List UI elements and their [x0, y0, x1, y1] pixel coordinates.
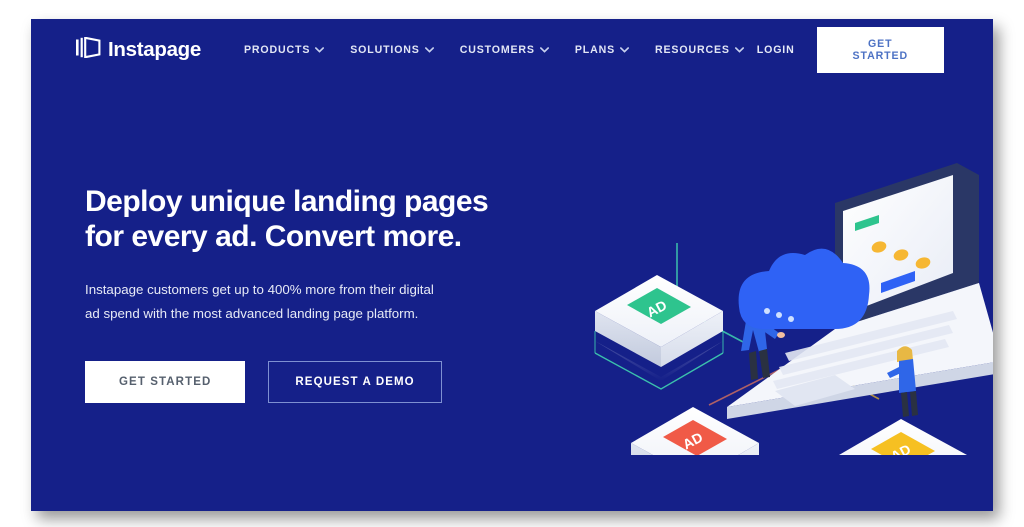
page-title: Deploy unique landing pages for every ad… [85, 184, 505, 254]
hero-cta-group: GET STARTED REQUEST A DEMO [85, 360, 505, 403]
chevron-down-icon [734, 44, 744, 56]
ad-tile-green: AD [594, 275, 724, 390]
main-nav: PRODUCTS SOLUTIONS CUSTOMERS PLANS RESOU… [231, 38, 757, 62]
login-link[interactable]: LOGIN [757, 44, 795, 56]
site-header: Instapage PRODUCTS SOLUTIONS CUSTOMERS P… [31, 19, 993, 81]
nav-item-solutions[interactable]: SOLUTIONS [337, 38, 446, 62]
hero-get-started-button[interactable]: GET STARTED [85, 360, 246, 403]
logo-text: Instapage [108, 38, 201, 61]
logo[interactable]: Instapage [76, 36, 201, 63]
chevron-down-icon [424, 44, 434, 56]
nav-item-label: RESOURCES [655, 44, 730, 56]
nav-item-customers[interactable]: CUSTOMERS [447, 38, 562, 62]
instapage-book-icon [76, 36, 101, 63]
nav-item-label: PLANS [574, 44, 616, 56]
nav-item-plans[interactable]: PLANS [562, 38, 642, 62]
hero-illustration: AD AD AD [549, 115, 993, 455]
chevron-down-icon [315, 44, 325, 56]
nav-item-label: SOLUTIONS [350, 44, 420, 56]
hero-panel: Instapage PRODUCTS SOLUTIONS CUSTOMERS P… [31, 19, 993, 511]
nav-item-products[interactable]: PRODUCTS [231, 38, 337, 62]
chevron-down-icon [539, 44, 549, 56]
header-actions: LOGIN GET STARTED [757, 27, 944, 73]
ad-tile-yellow: AD [839, 419, 967, 455]
hero-copy: Deploy unique landing pages for every ad… [85, 184, 505, 403]
headline-line-2: for every ad. Convert more. [85, 220, 462, 254]
nav-item-label: CUSTOMERS [459, 44, 535, 56]
nav-item-resources[interactable]: RESOURCES [642, 38, 757, 62]
isometric-ad-cloud-laptop-illustration: AD AD AD [594, 163, 993, 455]
header-get-started-button[interactable]: GET STARTED [816, 27, 944, 73]
hero-subtext: Instapage customers get up to 400% more … [85, 282, 434, 322]
screenshot-root: Instapage PRODUCTS SOLUTIONS CUSTOMERS P… [0, 0, 1024, 527]
nav-item-label: PRODUCTS [244, 44, 311, 56]
headline-line-1: Deploy unique landing pages [85, 185, 489, 218]
hero-request-demo-button[interactable]: REQUEST A DEMO [268, 360, 442, 403]
chevron-down-icon [620, 44, 630, 56]
